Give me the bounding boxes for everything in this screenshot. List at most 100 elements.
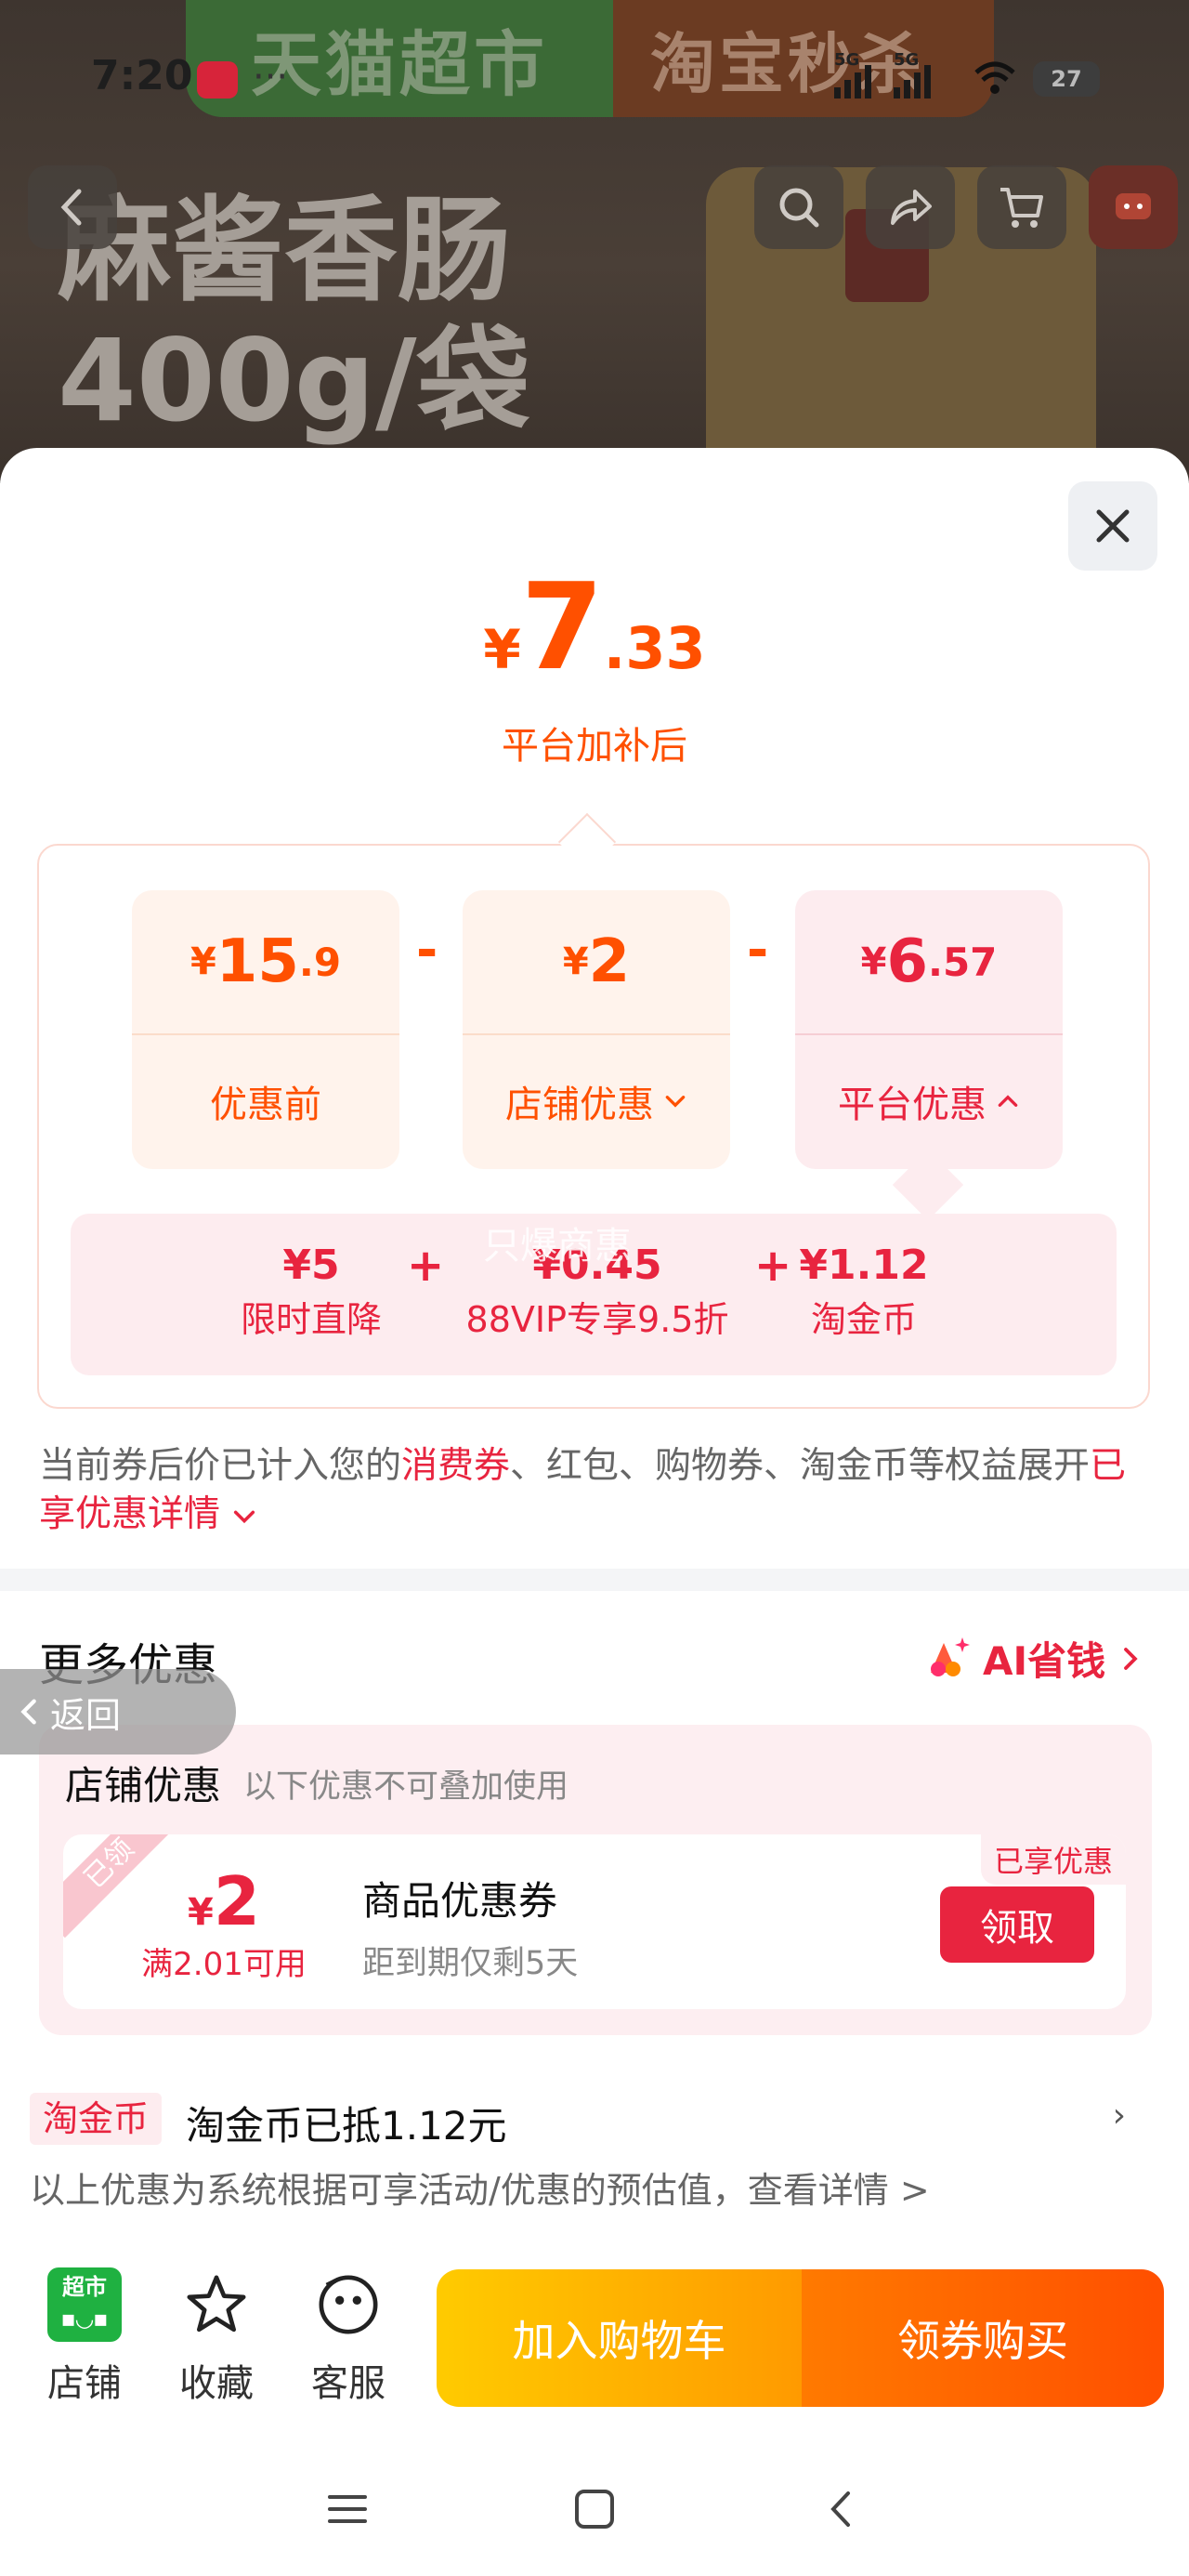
flash-discount-label: 限时直降 bbox=[240, 1299, 382, 1340]
tmall-supermarket-logo: 超市 ▪◡▪ bbox=[47, 2267, 122, 2342]
coin-discount-row[interactable]: 淘金币 淘金币已抵1.12元 › bbox=[30, 2093, 1126, 2149]
platform-discount-value: ¥6.57 bbox=[795, 890, 1063, 1033]
discount-note: 当前券后价已计入您的消费券、红包、购物券、淘金币等权益展开已享优惠详情 bbox=[39, 1442, 1154, 1539]
claim-coupon-button[interactable]: 领取 bbox=[940, 1886, 1094, 1963]
ai-sparkle-icon bbox=[931, 1636, 970, 1676]
customer-service-nav-label: 客服 bbox=[311, 2362, 385, 2405]
original-price-cell: ¥15.9 优惠前 bbox=[132, 890, 399, 1169]
chevron-left-icon bbox=[60, 189, 82, 226]
shop-discount-currency: ¥ bbox=[562, 940, 589, 983]
cart-icon bbox=[1000, 188, 1043, 228]
customer-service-icon bbox=[319, 2275, 378, 2334]
shop-discount-value: ¥2 bbox=[463, 890, 730, 1033]
chevron-left-icon bbox=[20, 1699, 36, 1725]
coupon-expiry: 距到期仅剩5天 bbox=[362, 1945, 579, 1982]
chevron-down-icon bbox=[234, 1510, 255, 1523]
coin-discount-value: ¥1.12 bbox=[799, 1242, 929, 1289]
coin-tag: 淘金币 bbox=[30, 2093, 163, 2145]
shop-discount-title: 店铺优惠 bbox=[65, 1763, 222, 1808]
coupon-amount: ¥2 bbox=[126, 1862, 321, 1940]
signal-2-label: 5G bbox=[894, 50, 920, 70]
app-notification-icon bbox=[197, 61, 238, 99]
plus-sign: + bbox=[754, 1240, 792, 1292]
original-price-label-text: 优惠前 bbox=[210, 1084, 321, 1126]
coupon-amount-value: 2 bbox=[213, 1862, 260, 1940]
status-bar: 7:20 ··· 5G 5G 27 bbox=[0, 0, 1189, 149]
share-icon bbox=[891, 190, 932, 225]
shop-discount-label-text: 店铺优惠 bbox=[505, 1084, 654, 1126]
back-button[interactable] bbox=[28, 165, 117, 249]
platform-discount-label: 平台优惠 bbox=[795, 1033, 1063, 1169]
shop-discount-integer: 2 bbox=[588, 927, 631, 996]
shop-nav-label: 店铺 bbox=[47, 2362, 122, 2405]
more-notifications-icon: ··· bbox=[253, 56, 289, 99]
signal-2-icon: 5G bbox=[894, 50, 931, 99]
consumption-coupon-link[interactable]: 消费券 bbox=[401, 1445, 510, 1487]
add-to-cart-button[interactable]: 加入购物车 bbox=[437, 2269, 802, 2407]
flash-discount-value: ¥5 bbox=[282, 1242, 340, 1289]
chevron-up-icon bbox=[998, 1095, 1018, 1107]
favorite-nav-button[interactable]: 收藏 bbox=[165, 2267, 268, 2407]
product-coupon-card: 已领 ¥2 满2.01可用 商品优惠券 距到期仅剩5天 已享优惠 领取 bbox=[63, 1834, 1126, 2009]
shop-discount-hint: 以下优惠不可叠加使用 bbox=[243, 1768, 569, 1806]
chevron-right-icon bbox=[1124, 1647, 1138, 1670]
cart-button[interactable] bbox=[977, 165, 1066, 249]
battery-icon: 27 bbox=[1033, 61, 1100, 97]
chevron-down-icon bbox=[665, 1096, 686, 1108]
flash-discount-item: ¥5 限时直降 bbox=[223, 1240, 399, 1347]
status-time: 7:20 bbox=[91, 52, 193, 99]
product-hero-title: 麻酱香肠 400g/袋 bbox=[58, 186, 530, 446]
claim-and-buy-button[interactable]: 领券购买 bbox=[802, 2269, 1164, 2407]
note-text-1: 当前券后价已计入您的 bbox=[39, 1445, 402, 1487]
original-price-decimal: .9 bbox=[298, 939, 342, 985]
wifi-icon bbox=[973, 59, 1016, 97]
close-icon bbox=[1096, 509, 1130, 543]
system-back-icon[interactable] bbox=[804, 2472, 879, 2546]
coupon-condition: 满2.01可用 bbox=[141, 1946, 307, 1983]
platform-discount-cell[interactable]: ¥6.57 平台优惠 bbox=[795, 890, 1063, 1169]
final-price-decimal: .33 bbox=[603, 614, 706, 682]
coin-text: 淘金币已抵1.12元 bbox=[186, 2103, 507, 2149]
platform-discount-label-text: 平台优惠 bbox=[838, 1084, 986, 1126]
final-price-currency: ¥ bbox=[483, 618, 521, 681]
product-title-line2: 400g/袋 bbox=[58, 315, 530, 447]
return-label: 返回 bbox=[50, 1694, 122, 1736]
return-pill-button[interactable]: 返回 bbox=[0, 1669, 236, 1755]
customer-service-nav-button[interactable]: 客服 bbox=[297, 2267, 399, 2407]
home-icon[interactable] bbox=[557, 2472, 632, 2546]
shop-discount-cell[interactable]: ¥2 店铺优惠 bbox=[463, 890, 730, 1169]
ai-save-money-link[interactable]: AI省钱 bbox=[925, 1630, 1144, 1687]
share-button[interactable] bbox=[866, 165, 955, 249]
original-price-label: 优惠前 bbox=[132, 1033, 399, 1169]
shop-logo-text: 超市 bbox=[62, 2274, 107, 2300]
original-price-currency: ¥ bbox=[189, 940, 216, 983]
coupon-applied-tag: 已享优惠 bbox=[980, 1834, 1126, 1885]
shop-nav-button[interactable]: 超市 ▪◡▪ 店铺 bbox=[33, 2267, 136, 2407]
platform-discount-decimal: .57 bbox=[927, 939, 998, 985]
menu-icon[interactable] bbox=[310, 2472, 385, 2546]
platform-discount-currency: ¥ bbox=[860, 940, 887, 983]
message-icon bbox=[1116, 193, 1151, 219]
coupon-name: 商品优惠券 bbox=[362, 1878, 558, 1924]
star-icon bbox=[187, 2275, 246, 2333]
estimate-note-link[interactable]: 以上优惠为系统根据可享活动/优惠的预估值，查看详情 > bbox=[30, 2162, 930, 2213]
final-price-integer: 7 bbox=[520, 559, 604, 697]
original-price-value: ¥15.9 bbox=[132, 890, 399, 1033]
minus-sign: - bbox=[416, 920, 438, 980]
coin-discount-label: 淘金币 bbox=[810, 1299, 917, 1340]
message-button[interactable] bbox=[1089, 165, 1178, 249]
close-button[interactable] bbox=[1068, 481, 1157, 571]
shop-discount-label: 店铺优惠 bbox=[463, 1033, 730, 1169]
final-price-subtitle: 平台加补后 bbox=[502, 725, 687, 768]
ai-save-money-label: AI省钱 bbox=[983, 1638, 1106, 1684]
section-divider bbox=[0, 1569, 1189, 1591]
note-text-2: 、红包、购物券、淘金币等权益展开 bbox=[510, 1445, 1091, 1487]
coin-discount-item: ¥1.12 淘金币 bbox=[799, 1240, 929, 1347]
chevron-right-icon: › bbox=[1112, 2096, 1126, 2135]
search-button[interactable] bbox=[754, 165, 843, 249]
product-title-line1: 麻酱香肠 bbox=[58, 185, 511, 317]
favorite-nav-label: 收藏 bbox=[179, 2362, 254, 2405]
coupon-currency: ¥ bbox=[188, 1891, 214, 1934]
plus-sign: + bbox=[407, 1240, 445, 1292]
original-price-integer: 15 bbox=[216, 927, 299, 996]
